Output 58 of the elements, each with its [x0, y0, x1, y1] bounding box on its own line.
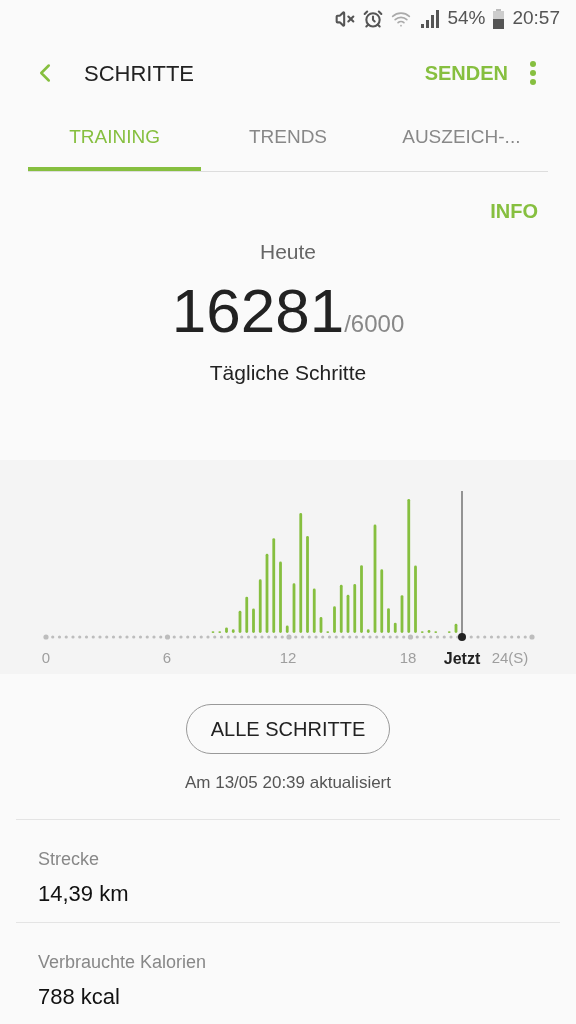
step-bar	[333, 606, 336, 634]
battery-icon	[493, 8, 505, 29]
step-count: 16281	[171, 277, 345, 346]
tab[interactable]: AUSZEICH-...	[374, 108, 548, 171]
step-bar	[380, 569, 384, 634]
step-bar	[447, 631, 451, 634]
axis-label: 18	[399, 648, 417, 669]
axis-label: 0	[41, 648, 51, 669]
step-bar	[427, 630, 431, 634]
axis-label: 12	[279, 648, 297, 669]
step-bar	[353, 584, 357, 634]
step-bar	[387, 608, 390, 634]
step-bar	[292, 583, 296, 634]
stat-value: 14,39 km	[38, 880, 130, 909]
step-goal: /6000	[344, 310, 405, 340]
send-button[interactable]: SENDEN	[424, 58, 508, 89]
step-bar	[319, 617, 323, 634]
step-bar	[231, 629, 235, 634]
alarm-icon	[363, 8, 384, 29]
tab[interactable]: TRENDS	[201, 108, 375, 171]
step-bar	[252, 609, 255, 634]
battery-percent: 54%	[447, 6, 486, 31]
step-bar	[326, 631, 330, 634]
stat-label: Verbrauchte Kalorien	[38, 951, 208, 975]
step-bar	[346, 595, 350, 634]
step-bar	[360, 565, 363, 634]
step-bar	[258, 579, 262, 634]
axis-label: 24(S)	[491, 648, 529, 669]
step-bar	[211, 631, 215, 634]
step-bar	[393, 623, 397, 634]
axis-label: 6	[162, 648, 172, 669]
now-label: Jetzt	[443, 649, 481, 670]
stat-label: Strecke	[38, 848, 101, 872]
mute-icon	[335, 8, 356, 29]
stat-value: 788 kcal	[38, 983, 121, 1012]
signal-icon	[419, 9, 440, 28]
step-bar	[366, 629, 370, 634]
updated-note: Am 13/05 20:39 aktualisiert	[185, 772, 391, 794]
step-bar	[420, 631, 424, 634]
info-button[interactable]: INFO	[490, 195, 538, 226]
step-bar	[400, 595, 404, 634]
step-bar	[238, 611, 242, 634]
step-bar	[454, 624, 458, 634]
more-icon	[530, 61, 536, 86]
step-bar	[218, 631, 222, 634]
today-label: Heute	[259, 238, 316, 265]
step-bar	[245, 597, 249, 634]
daily-steps-caption: Tägliche Schritte	[209, 360, 367, 387]
step-bar	[434, 631, 438, 634]
clock: 20:57	[512, 6, 560, 31]
more-menu-icon[interactable]	[530, 61, 536, 86]
step-bar	[285, 626, 289, 634]
step-bar	[414, 566, 417, 634]
step-bar	[312, 589, 316, 634]
screen-title: SCHRITTE	[84, 59, 194, 88]
tab[interactable]: TRAINING	[28, 108, 202, 171]
step-bar	[339, 585, 343, 634]
step-bar	[225, 627, 228, 634]
